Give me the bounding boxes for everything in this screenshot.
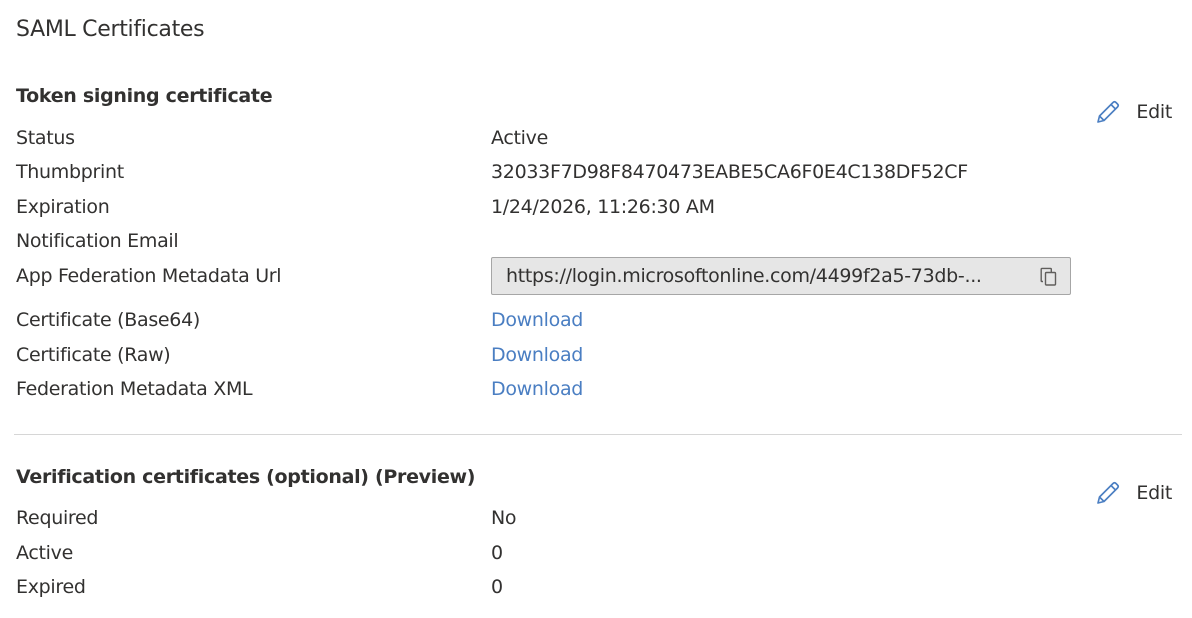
row-thumbprint: Thumbprint 32033F7D98F8470473EABE5CA6F0E… [16,157,1176,187]
thumbprint-label: Thumbprint [16,161,124,183]
cert-raw-label: Certificate (Raw) [16,344,171,366]
verification-title: Verification certificates (optional) (Pr… [16,466,476,488]
row-active: Active 0 [16,538,1176,568]
required-label: Required [16,507,99,529]
expiration-value: 1/24/2026, 11:26:30 AM [491,196,715,218]
metadata-url-field[interactable]: https://login.microsoftonline.com/4499f2… [491,257,1071,295]
metadata-url-value[interactable]: https://login.microsoftonline.com/4499f2… [506,262,1032,290]
federation-xml-label: Federation Metadata XML [16,378,253,400]
status-label: Status [16,127,75,149]
metadata-url-label: App Federation Metadata Url [16,265,282,287]
row-cert-base64: Certificate (Base64) Download [16,305,1176,335]
token-signing-section: Token signing certificate Edit Status Ac… [16,84,1182,414]
page-title: SAML Certificates [16,17,205,42]
expiration-label: Expiration [16,196,110,218]
section-divider [14,434,1182,435]
expired-value: 0 [491,576,503,598]
required-value: No [491,507,517,529]
row-cert-raw: Certificate (Raw) Download [16,340,1176,370]
token-signing-title: Token signing certificate [16,85,273,107]
expired-label: Expired [16,576,86,598]
notification-email-label: Notification Email [16,230,179,252]
active-value: 0 [491,542,503,564]
copy-icon[interactable] [1040,267,1058,287]
active-label: Active [16,542,73,564]
row-expired: Expired 0 [16,572,1176,602]
row-required: Required No [16,503,1176,533]
row-status: Status Active [16,123,1176,153]
row-metadata-url: App Federation Metadata Url https://logi… [16,257,1176,295]
row-federation-xml: Federation Metadata XML Download [16,374,1176,404]
row-notification-email: Notification Email [16,226,1176,256]
cert-raw-download-link[interactable]: Download [491,340,583,370]
pencil-icon [1097,100,1120,123]
federation-xml-download-link[interactable]: Download [491,374,583,404]
edit-label: Edit [1136,101,1172,123]
verification-section: Verification certificates (optional) (Pr… [16,465,1182,605]
cert-base64-download-link[interactable]: Download [491,305,583,335]
thumbprint-value: 32033F7D98F8470473EABE5CA6F0E4C138DF52CF [491,161,968,183]
status-value: Active [491,127,548,149]
cert-base64-label: Certificate (Base64) [16,309,201,331]
row-expiration: Expiration 1/24/2026, 11:26:30 AM [16,192,1176,222]
token-signing-edit-button[interactable]: Edit [1094,98,1172,126]
